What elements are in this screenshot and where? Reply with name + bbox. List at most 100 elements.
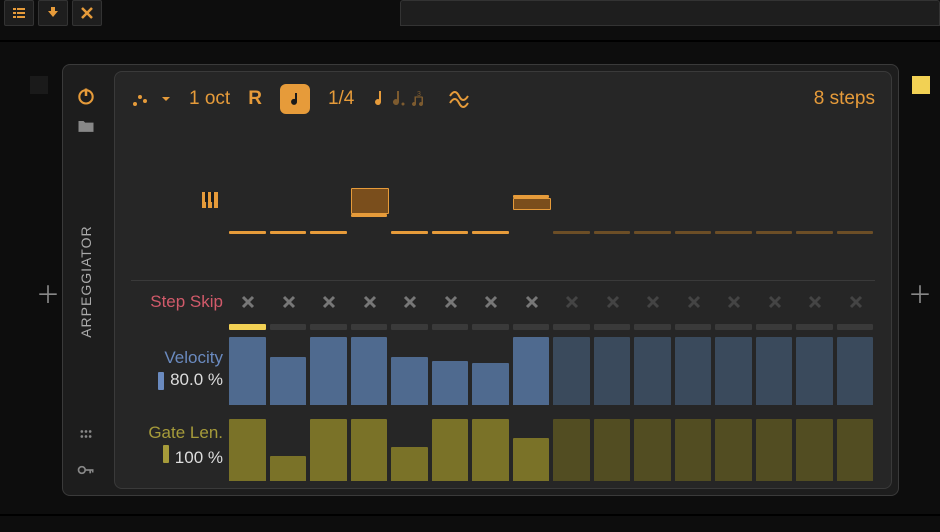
gate-step[interactable] (634, 409, 673, 481)
gate-step[interactable] (594, 409, 633, 481)
pitch-step[interactable] (553, 132, 592, 272)
step-skip-toggle[interactable] (229, 294, 268, 310)
velocity-step[interactable] (513, 333, 552, 405)
step-skip-toggle[interactable] (675, 294, 714, 310)
gate-step[interactable] (796, 409, 835, 481)
list-toggle-button[interactable] (4, 0, 34, 26)
pitch-step[interactable] (634, 132, 673, 272)
steps-value[interactable]: 8 steps (814, 88, 875, 110)
step-skip-toggle[interactable] (351, 294, 390, 310)
gate-step[interactable] (432, 409, 471, 481)
pitch-step[interactable] (513, 132, 552, 272)
note-mode-button[interactable] (280, 84, 310, 114)
drag-handle-icon[interactable] (75, 423, 97, 445)
step-skip-toggle[interactable] (837, 294, 876, 310)
gate-step[interactable] (391, 409, 430, 481)
pitch-step[interactable] (837, 132, 876, 272)
gate-indicator-icon (163, 445, 169, 463)
velocity-step[interactable] (796, 333, 835, 405)
velocity-step[interactable] (432, 333, 471, 405)
gate-step[interactable] (675, 409, 714, 481)
retrigger-toggle[interactable]: R (248, 88, 262, 110)
gate-value[interactable]: 100 % (175, 448, 223, 467)
gate-step[interactable] (553, 409, 592, 481)
velocity-step[interactable] (837, 333, 876, 405)
pitch-step[interactable] (472, 132, 511, 272)
pattern-menu[interactable] (131, 90, 171, 108)
step-indicator (472, 323, 511, 331)
velocity-step[interactable] (553, 333, 592, 405)
step-skip-toggle[interactable] (715, 294, 754, 310)
pitch-step[interactable] (796, 132, 835, 272)
pitch-step[interactable] (756, 132, 795, 272)
module-name-label: ARPEGGIATOR (78, 225, 94, 337)
add-device-before[interactable]: ＋ (36, 275, 60, 310)
step-skip-toggle[interactable] (391, 294, 430, 310)
gate-step[interactable] (715, 409, 754, 481)
velocity-label: Velocity (164, 348, 223, 368)
pitch-step[interactable] (310, 132, 349, 272)
velocity-step[interactable] (391, 333, 430, 405)
power-icon[interactable] (75, 85, 97, 107)
gate-step[interactable] (310, 409, 349, 481)
step-skip-toggle[interactable] (472, 294, 511, 310)
pitch-step[interactable] (432, 132, 471, 272)
add-device-after[interactable]: ＋ (908, 275, 932, 310)
step-skip-toggle[interactable] (553, 294, 592, 310)
arpeggiator-device: ARPEGGIATOR 1 oct R 1/4 (62, 64, 899, 496)
gate-step[interactable] (756, 409, 795, 481)
pitch-step[interactable] (229, 132, 268, 272)
pitch-step[interactable] (594, 132, 633, 272)
post-slot[interactable] (912, 76, 930, 94)
gate-step[interactable] (513, 409, 552, 481)
velocity-step[interactable] (229, 333, 268, 405)
velocity-step[interactable] (270, 333, 309, 405)
tab-strip[interactable] (400, 0, 940, 26)
divider (0, 40, 940, 42)
divider-bottom (0, 514, 940, 516)
step-indicator (756, 323, 795, 331)
step-skip-toggle[interactable] (594, 294, 633, 310)
velocity-step[interactable] (351, 333, 390, 405)
gate-step[interactable] (472, 409, 511, 481)
velocity-step[interactable] (594, 333, 633, 405)
step-indicator (229, 323, 268, 331)
pitch-step[interactable] (270, 132, 309, 272)
device-left-rail: ARPEGGIATOR (63, 65, 108, 495)
key-icon[interactable] (75, 459, 97, 481)
step-skip-toggle[interactable] (310, 294, 349, 310)
octaves-value[interactable]: 1 oct (189, 88, 230, 110)
velocity-step[interactable] (634, 333, 673, 405)
step-skip-toggle[interactable] (432, 294, 471, 310)
pre-slot[interactable] (30, 76, 48, 94)
step-skip-toggle[interactable] (270, 294, 309, 310)
pitch-step[interactable] (715, 132, 754, 272)
step-skip-toggle[interactable] (796, 294, 835, 310)
velocity-step[interactable] (472, 333, 511, 405)
gate-step[interactable] (229, 409, 268, 481)
velocity-value[interactable]: 80.0 % (170, 370, 223, 389)
velocity-step[interactable] (310, 333, 349, 405)
step-indicator (351, 323, 390, 331)
note-length-group[interactable]: 3 (372, 89, 430, 109)
gate-step[interactable] (837, 409, 876, 481)
pitch-step[interactable] (675, 132, 714, 272)
velocity-step[interactable] (756, 333, 795, 405)
velocity-step[interactable] (715, 333, 754, 405)
pitch-step[interactable] (351, 132, 390, 272)
humanize-icon[interactable] (448, 90, 470, 108)
arp-panel: 1 oct R 1/4 3 8 steps (114, 71, 892, 489)
step-skip-toggle[interactable] (756, 294, 795, 310)
pitch-step[interactable] (391, 132, 430, 272)
folder-icon[interactable] (75, 115, 97, 137)
arp-topbar: 1 oct R 1/4 3 8 steps (131, 84, 875, 114)
close-button[interactable] (72, 0, 102, 26)
rate-value[interactable]: 1/4 (328, 88, 354, 110)
velocity-step[interactable] (675, 333, 714, 405)
step-skip-toggle[interactable] (513, 294, 552, 310)
step-skip-toggle[interactable] (634, 294, 673, 310)
gate-step[interactable] (351, 409, 390, 481)
down-arrow-button[interactable] (38, 0, 68, 26)
step-indicator (513, 323, 552, 331)
gate-step[interactable] (270, 409, 309, 481)
